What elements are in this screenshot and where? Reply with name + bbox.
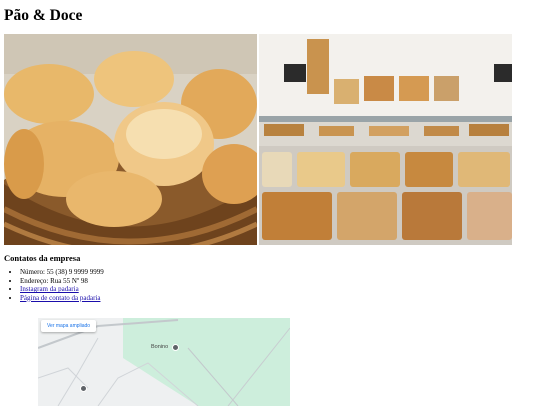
instagram-item: Instagram da padaria <box>20 285 104 294</box>
map-pin-icon[interactable] <box>80 385 87 392</box>
bread-basket-image <box>4 34 257 245</box>
address-item: Endereço: Rua 55 Nº 98 <box>20 277 104 286</box>
view-larger-map-button[interactable]: Ver mapa ampliado <box>41 320 97 332</box>
instagram-link[interactable]: Instagram da padaria <box>20 285 79 293</box>
contact-list: Número: 55 (38) 9 9999 9999 Endereço: Ru… <box>10 268 104 302</box>
contact-page-item: Página de contato da padaria <box>20 294 104 303</box>
page-title: Pão & Doce <box>4 7 83 24</box>
contact-page-link[interactable]: Página de contato da padaria <box>20 294 100 302</box>
contacts-heading: Contatos da empresa <box>4 253 81 263</box>
bakery-display-case-image <box>259 34 512 245</box>
embedded-map[interactable]: Ver mapa ampliado Bonino <box>38 318 290 406</box>
map-place-label: Bonino <box>151 344 169 350</box>
phone-item: Número: 55 (38) 9 9999 9999 <box>20 268 104 277</box>
map-pin-icon[interactable] <box>172 344 179 351</box>
